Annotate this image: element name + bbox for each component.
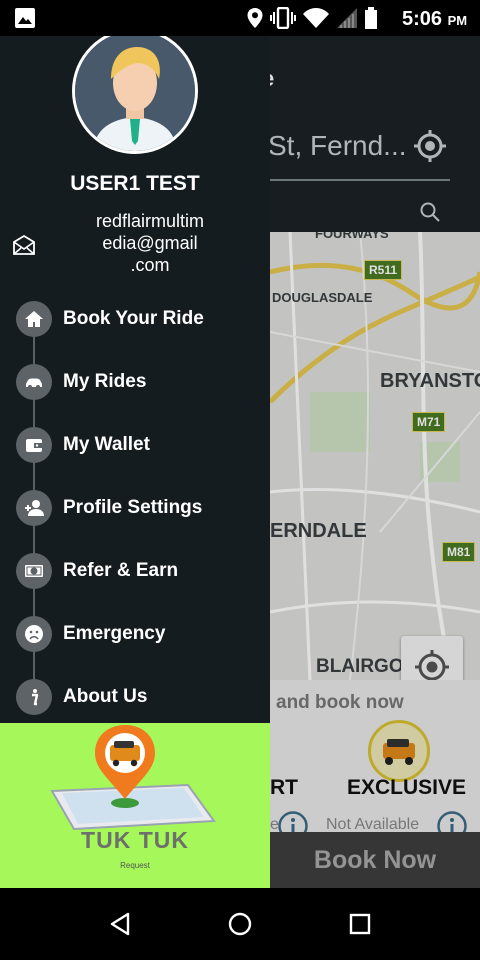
menu-item-profile-settings[interactable]: Profile Settings: [16, 489, 266, 527]
system-nav-bar: [0, 888, 480, 960]
promo-brand: TUK TUK: [81, 827, 189, 853]
location-icon: [247, 8, 263, 28]
user-email: redflairmultim edia@gmail .com: [95, 211, 205, 275]
add-user-icon: [25, 500, 44, 516]
menu-item-label: Profile Settings: [63, 497, 203, 518]
menu-item-book-your-ride[interactable]: Book Your Ride: [16, 300, 266, 338]
money-icon: [25, 565, 43, 577]
clock: 5:06 PM: [402, 8, 468, 30]
wifi-icon: [303, 8, 329, 28]
gallery-icon: [15, 8, 35, 28]
menu-item-about-us[interactable]: About Us: [16, 678, 266, 716]
promo-sub: Request: [120, 861, 150, 870]
menu-item-my-wallet[interactable]: My Wallet: [16, 426, 266, 464]
user-avatar-icon: [75, 36, 195, 151]
back-icon[interactable]: [106, 910, 134, 938]
menu-item-label: Emergency: [63, 623, 166, 644]
navigation-drawer: USER1 TEST redflairmultim edia@gmail .co…: [0, 36, 270, 888]
avatar[interactable]: [72, 36, 198, 154]
info-icon: [32, 689, 39, 706]
menu-item-my-rides[interactable]: My Rides: [16, 363, 266, 401]
user-name: USER1 TEST: [70, 172, 200, 195]
recents-icon[interactable]: [346, 910, 374, 938]
home-icon: [25, 311, 43, 327]
battery-icon: [365, 7, 377, 29]
car-icon: [26, 378, 42, 389]
sad-face-icon: [25, 625, 43, 643]
vibrate-icon: [270, 7, 296, 29]
phone-pin-logo: [50, 725, 216, 831]
home-button-icon[interactable]: [226, 910, 254, 938]
menu-item-emergency[interactable]: Emergency: [16, 615, 266, 653]
signal-icon: [337, 8, 357, 28]
status-bar: 5:06 PM: [0, 0, 480, 36]
email-icon: [13, 234, 35, 255]
menu-item-label: Refer & Earn: [63, 560, 179, 581]
promo-banner[interactable]: TUK TUK Request: [0, 723, 270, 888]
menu-item-refer-earn[interactable]: Refer & Earn: [16, 552, 266, 590]
menu-item-label: About Us: [63, 686, 148, 707]
wallet-icon: [26, 439, 42, 452]
menu-item-label: My Wallet: [63, 434, 150, 455]
menu-item-label: My Rides: [63, 371, 147, 392]
menu-item-label: Book Your Ride: [63, 308, 204, 329]
